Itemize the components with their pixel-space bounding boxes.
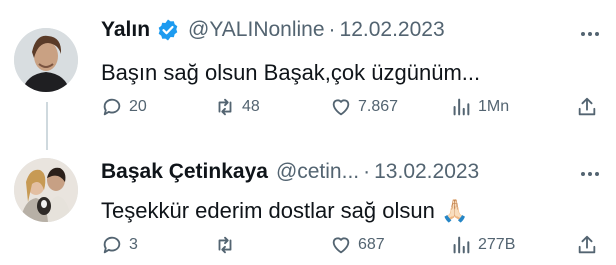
retweet-icon — [218, 98, 232, 116]
display-name[interactable]: Başak Çetinkaya — [101, 160, 268, 184]
like-button[interactable]: 687 — [330, 234, 385, 256]
views-button[interactable]: 1Mn — [450, 96, 509, 118]
share-button[interactable] — [576, 96, 598, 123]
tweet-date[interactable]: 13.02.2023 — [374, 160, 479, 184]
reply-count: 3 — [129, 236, 138, 253]
more-icon[interactable] — [578, 22, 602, 46]
user-handle[interactable]: @cetin... — [276, 160, 359, 184]
reply-button[interactable]: 20 — [101, 96, 147, 118]
like-icon — [332, 99, 350, 116]
like-count: 687 — [358, 236, 385, 253]
verified-icon — [156, 18, 180, 42]
views-icon — [453, 98, 470, 116]
views-count: 277B — [478, 236, 516, 253]
reply-count: 20 — [129, 98, 147, 115]
retweet-button[interactable]: 48 — [214, 96, 260, 118]
retweet-icon — [218, 236, 232, 254]
separator-dot: · — [328, 18, 336, 41]
views-button[interactable]: 277B — [450, 234, 515, 256]
user-handle[interactable]: @YALINonline — [188, 18, 325, 42]
tweet-header: Yalın @YALINonline · 12.02.2023 — [101, 18, 445, 42]
tweet-text-body: Teşekkür ederim dostlar sağ olsun — [101, 198, 435, 223]
like-icon — [332, 237, 350, 254]
tweet-date[interactable]: 12.02.2023 — [340, 18, 445, 42]
separator-dot: · — [363, 160, 371, 183]
avatar[interactable] — [14, 158, 78, 222]
tweet-actions: 3 687 277B — [101, 234, 598, 260]
praying-hands-emoji: 🙏🏻 — [440, 198, 469, 223]
tweet-text: Başın sağ olsun Başak,çok üzgünüm... — [101, 60, 481, 85]
avatar-image — [14, 158, 78, 222]
display-name[interactable]: Yalın — [101, 18, 150, 42]
avatar-image — [14, 28, 78, 92]
more-icon[interactable] — [578, 162, 602, 186]
tweet-text: Teşekkür ederim dostlar sağ olsun 🙏🏻 — [101, 198, 468, 224]
share-icon — [578, 97, 596, 116]
reply-button[interactable]: 3 — [101, 234, 138, 256]
reply-icon — [103, 236, 121, 254]
retweet-button[interactable] — [214, 234, 242, 256]
thread-connector — [46, 102, 48, 150]
views-icon — [453, 236, 470, 254]
like-button[interactable]: 7.867 — [330, 96, 398, 118]
share-icon — [578, 235, 596, 254]
tweet-header: Başak Çetinkaya @cetin... · 13.02.2023 — [101, 160, 479, 184]
views-count: 1Mn — [478, 98, 510, 115]
reply-icon — [103, 98, 121, 116]
like-count: 7.867 — [358, 98, 399, 115]
tweet-actions: 20 48 7.867 1Mn — [101, 96, 598, 122]
retweet-count: 48 — [242, 98, 260, 115]
avatar[interactable] — [14, 28, 78, 92]
share-button[interactable] — [576, 234, 598, 261]
